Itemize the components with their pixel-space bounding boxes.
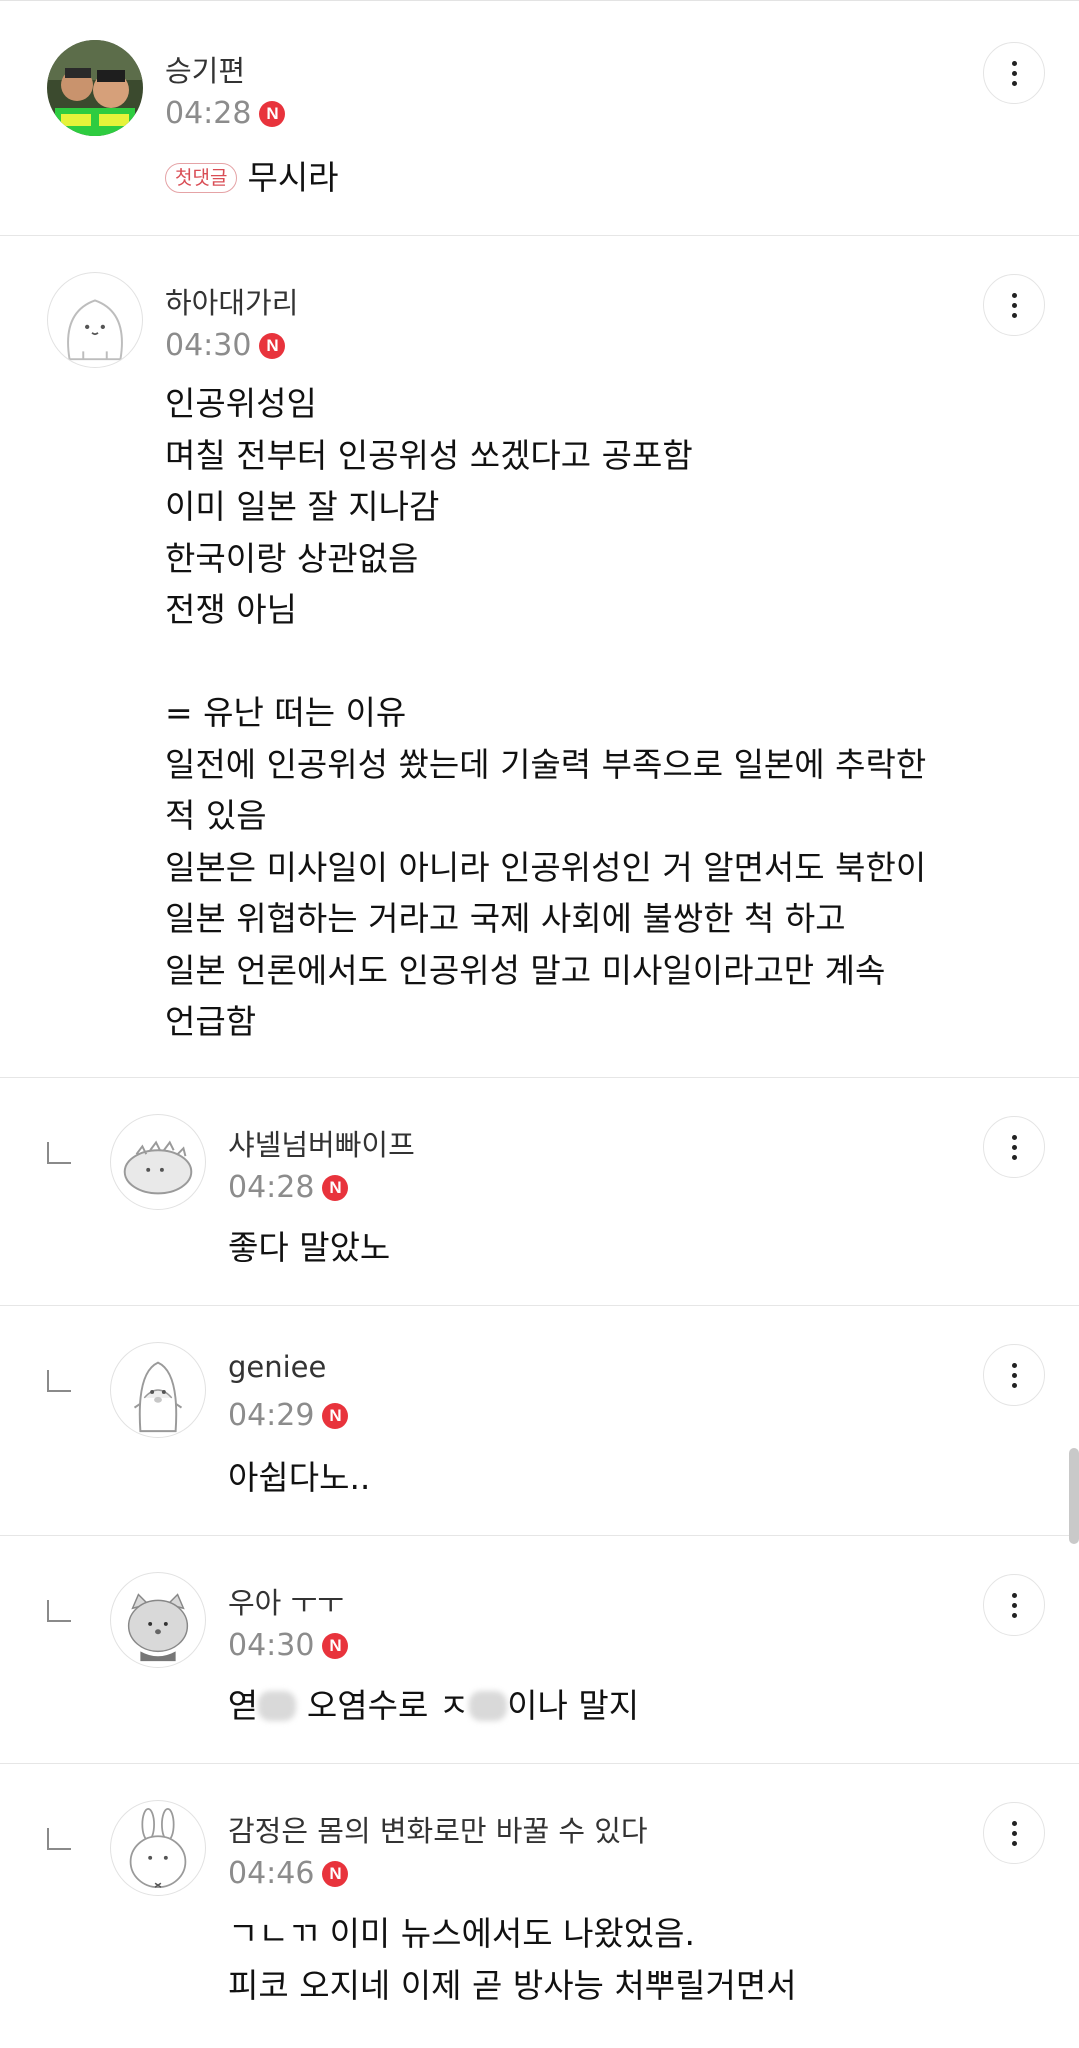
first-comment-tag: 첫댓글	[165, 162, 238, 193]
reply-time: 04:29 N	[228, 1398, 349, 1433]
more-options-button[interactable]	[983, 274, 1045, 336]
timestamp: 04:46	[228, 1856, 315, 1891]
avatar[interactable]	[110, 1572, 206, 1668]
more-options-button[interactable]	[983, 42, 1045, 104]
avatar[interactable]	[110, 1800, 206, 1896]
new-badge: N	[322, 1402, 349, 1429]
new-badge: N	[322, 1860, 349, 1887]
reply-author[interactable]: 샤넬넘버빠이프	[228, 1122, 415, 1164]
comment-body: 첫댓글 무시라	[165, 152, 339, 204]
scrollbar[interactable]	[1069, 1448, 1079, 1544]
timestamp: 04:29	[228, 1398, 315, 1433]
reply-text-part: 이나 말지	[507, 1686, 640, 1725]
new-badge: N	[259, 332, 286, 359]
reply-arrow-icon	[47, 1600, 71, 1622]
timestamp: 04:30	[228, 1628, 315, 1663]
timestamp: 04:28	[165, 96, 252, 131]
reply-text: 좋다 말았노	[228, 1228, 391, 1267]
reply-text-part: 오염수로 ㅈ	[296, 1686, 470, 1725]
comment-item: 승기편 04:28 N 첫댓글 무시라	[0, 4, 1079, 236]
new-badge: N	[322, 1174, 349, 1201]
reply-author[interactable]: 우아 ㅜㅜ	[228, 1580, 344, 1622]
comment-item: 하아대가리 04:30 N 인공위성임 며칠 전부터 인공위성 쏘겠다고 공포함…	[0, 236, 1079, 1078]
blurred-text	[469, 1690, 508, 1721]
comment-author[interactable]: 승기편	[165, 48, 245, 90]
more-vertical-icon	[1011, 1592, 1017, 1598]
more-options-button[interactable]	[983, 1344, 1045, 1406]
more-vertical-icon	[1011, 1362, 1017, 1368]
more-vertical-icon	[1011, 1820, 1017, 1826]
comment-time: 04:30 N	[165, 328, 286, 363]
reply-time: 04:30 N	[228, 1628, 349, 1663]
reply-item: 샤넬넘버빠이프 04:28 N 좋다 말았노	[0, 1078, 1079, 1306]
comment-text: 인공위성임 며칠 전부터 인공위성 쏘겠다고 공포함 이미 일본 잘 지나감 한…	[165, 384, 927, 1041]
reply-item: 감정은 몸의 변화로만 바꿀 수 있다 04:46 N ㄱㄴㄲ 이미 뉴스에서도…	[0, 1764, 1079, 2048]
more-vertical-icon	[1011, 1134, 1017, 1140]
more-vertical-icon	[1011, 292, 1017, 298]
reply-author[interactable]: geniee	[228, 1350, 326, 1384]
new-badge: N	[322, 1632, 349, 1659]
reply-text: 엳 오염수로 ㅈ 이나 말지	[228, 1680, 639, 1732]
comment-author[interactable]: 하아대가리	[165, 280, 298, 322]
timestamp: 04:28	[228, 1170, 315, 1205]
reply-time: 04:46 N	[228, 1856, 349, 1891]
reply-author[interactable]: 감정은 몸의 변화로만 바꿀 수 있다	[228, 1808, 648, 1850]
more-vertical-icon	[1011, 60, 1017, 66]
reply-arrow-icon	[47, 1370, 71, 1392]
more-options-button[interactable]	[983, 1116, 1045, 1178]
more-options-button[interactable]	[983, 1574, 1045, 1636]
timestamp: 04:30	[165, 328, 252, 363]
reply-arrow-icon	[47, 1142, 71, 1164]
avatar[interactable]	[110, 1114, 206, 1210]
comment-time: 04:28 N	[165, 96, 286, 131]
blurred-text	[258, 1690, 297, 1721]
reply-text: 아쉽다노..	[228, 1458, 371, 1497]
comment-text: 무시라	[247, 158, 339, 197]
reply-time: 04:28 N	[228, 1170, 349, 1205]
reply-text: ㄱㄴㄲ 이미 뉴스에서도 나왔었음. 피코 오지네 이제 곧 방사능 처뿌릴거면…	[228, 1914, 797, 2005]
avatar[interactable]	[47, 40, 143, 136]
avatar[interactable]	[47, 272, 143, 368]
reply-arrow-icon	[47, 1828, 71, 1850]
reply-text-part: 엳	[228, 1686, 259, 1725]
more-options-button[interactable]	[983, 1802, 1045, 1864]
avatar[interactable]	[110, 1342, 206, 1438]
new-badge: N	[259, 100, 286, 127]
reply-item: geniee 04:29 N 아쉽다노..	[0, 1306, 1079, 1536]
reply-item: 우아 ㅜㅜ 04:30 N 엳 오염수로 ㅈ 이나 말지	[0, 1536, 1079, 1764]
